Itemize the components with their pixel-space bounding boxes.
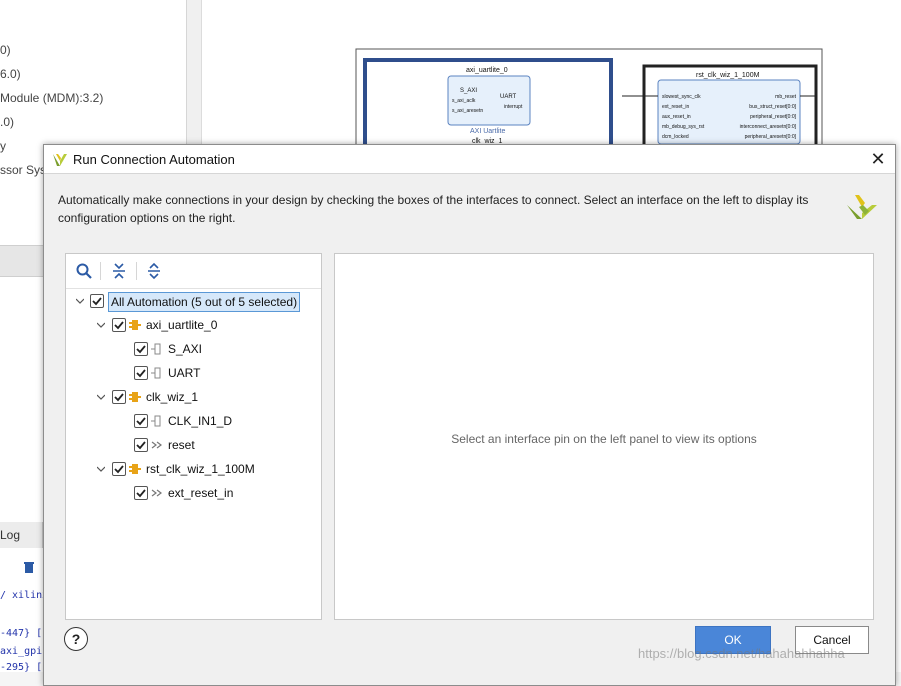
interface-pin-icon	[151, 343, 161, 355]
collapse-all-icon[interactable]	[110, 262, 128, 280]
toolbar-separator	[100, 262, 101, 280]
check-icon	[92, 297, 102, 306]
chevron-down-icon[interactable]	[76, 297, 84, 305]
interface-pin-icon	[151, 367, 161, 379]
port-label: interconnect_aresetn[0:0]	[740, 124, 797, 130]
ip-entry[interactable]: 0)	[0, 43, 11, 57]
tree-toolbar	[66, 254, 321, 289]
options-panel: Select an interface pin on the left pane…	[334, 253, 874, 620]
signal-pin-icon	[151, 489, 162, 497]
run-connection-automation-dialog: Run Connection Automation ✕ Automaticall…	[43, 144, 896, 686]
checkbox-group[interactable]	[112, 318, 126, 332]
checkbox-interface[interactable]	[134, 486, 148, 500]
checkbox-all-automation[interactable]	[90, 294, 104, 308]
tree-label-interface[interactable]: UART	[168, 363, 200, 383]
port-label: aux_reset_in	[662, 114, 691, 120]
trash-icon[interactable]	[22, 560, 36, 574]
port-label: s_axi_aresetn	[452, 108, 483, 114]
tree-row-interface[interactable]: CLK_IN1_D	[66, 411, 316, 431]
checkbox-group[interactable]	[112, 390, 126, 404]
tree-label-interface[interactable]: reset	[168, 435, 195, 455]
ip-entry[interactable]: Module (MDM):3.2)	[0, 91, 103, 105]
tree-row-group[interactable]: rst_clk_wiz_1_100M	[66, 459, 316, 479]
chevron-down-icon[interactable]	[97, 465, 105, 473]
reset-instance-label: rst_clk_wiz_1_100M	[696, 72, 760, 79]
tree-label-group[interactable]: rst_clk_wiz_1_100M	[146, 459, 255, 479]
ip-block-icon	[129, 320, 141, 330]
close-icon[interactable]: ✕	[867, 148, 889, 170]
console-line: / xilinx	[0, 590, 49, 601]
tree-label-interface[interactable]: CLK_IN1_D	[168, 411, 232, 431]
vivado-logo-icon	[847, 195, 877, 219]
port-label: ext_reset_in	[662, 104, 689, 110]
checkbox-interface[interactable]	[134, 414, 148, 428]
tree-row-interface[interactable]: reset	[66, 435, 316, 455]
port-label: S_AXI	[460, 88, 477, 94]
expand-all-icon[interactable]	[145, 262, 163, 280]
interface-pin-icon	[151, 415, 161, 427]
help-button[interactable]: ?	[64, 627, 88, 651]
port-label: dcm_locked	[662, 134, 689, 140]
checkbox-interface[interactable]	[134, 366, 148, 380]
vivado-logo-icon	[53, 154, 67, 166]
console-line: axi_gpi	[0, 646, 43, 657]
ip-entry[interactable]: 6.0)	[0, 67, 21, 81]
ip-block-icon	[129, 392, 141, 402]
tree-label-all-automation[interactable]: All Automation (5 out of 5 selected)	[108, 292, 301, 312]
dialog-titlebar[interactable]: Run Connection Automation ✕	[44, 145, 895, 174]
checkbox-interface[interactable]	[134, 438, 148, 452]
dialog-title: Run Connection Automation	[73, 152, 235, 167]
port-label: mb_debug_sys_rst	[662, 124, 705, 130]
tree-label-interface[interactable]: ext_reset_in	[168, 483, 233, 503]
toolbar-separator	[136, 262, 137, 280]
console-line: -295} [	[0, 662, 43, 673]
tree-label-interface[interactable]: S_AXI	[168, 339, 202, 359]
port-label: peripheral_reset[0:0]	[750, 114, 796, 120]
tree-row-all-automation[interactable]: All Automation (5 out of 5 selected)	[66, 291, 316, 312]
checkbox-interface[interactable]	[134, 342, 148, 356]
ip-entry[interactable]: ssor Sys	[0, 163, 46, 177]
tree-row-interface[interactable]: S_AXI	[66, 339, 316, 359]
uartlite-instance-label: axi_uartlite_0	[466, 67, 508, 74]
signal-pin-icon	[151, 441, 162, 449]
port-label: bus_struct_reset[0:0]	[749, 104, 796, 110]
ip-type-label: AXI Uartlite	[470, 128, 506, 135]
check-icon	[136, 441, 146, 450]
block-diagram: axi_uartlite_0 S_AXI s_axi_aclk s_axi_ar…	[355, 48, 823, 145]
tree-row-interface[interactable]: ext_reset_in	[66, 483, 316, 503]
check-icon	[136, 417, 146, 426]
search-icon[interactable]	[75, 262, 93, 280]
automation-tree-panel: All Automation (5 out of 5 selected) axi…	[65, 253, 322, 620]
ip-entry[interactable]: .0)	[0, 115, 14, 129]
tab-log[interactable]: Log	[0, 522, 43, 548]
check-icon	[114, 393, 124, 402]
dialog-description: Automatically make connections in your d…	[58, 193, 809, 225]
check-icon	[136, 489, 146, 498]
chevron-down-icon[interactable]	[97, 321, 105, 329]
check-icon	[114, 321, 124, 330]
ip-block-icon	[129, 464, 141, 474]
checkbox-group[interactable]	[112, 462, 126, 476]
port-label: s_axi_aclk	[452, 98, 476, 104]
chevron-down-icon[interactable]	[97, 393, 105, 401]
tree-label-group[interactable]: clk_wiz_1	[146, 387, 198, 407]
port-label: mb_reset	[775, 94, 796, 100]
port-label: interrupt	[504, 104, 523, 110]
check-icon	[114, 465, 124, 474]
tree-row-interface[interactable]: UART	[66, 363, 316, 383]
check-icon	[136, 345, 146, 354]
port-label: peripheral_aresetn[0:0]	[745, 134, 797, 140]
tree-row-group[interactable]: axi_uartlite_0	[66, 315, 316, 335]
port-label: UART	[500, 94, 517, 100]
watermark: https://blog.csdn.net/hahahahhahha	[638, 646, 845, 661]
ip-entry[interactable]: y	[0, 139, 6, 153]
tree-label-group[interactable]: axi_uartlite_0	[146, 315, 217, 335]
check-icon	[136, 369, 146, 378]
port-label: slowest_sync_clk	[662, 94, 701, 100]
options-hint: Select an interface pin on the left pane…	[451, 432, 757, 446]
tree-row-group[interactable]: clk_wiz_1	[66, 387, 316, 407]
console-line: -447} [	[0, 628, 43, 639]
